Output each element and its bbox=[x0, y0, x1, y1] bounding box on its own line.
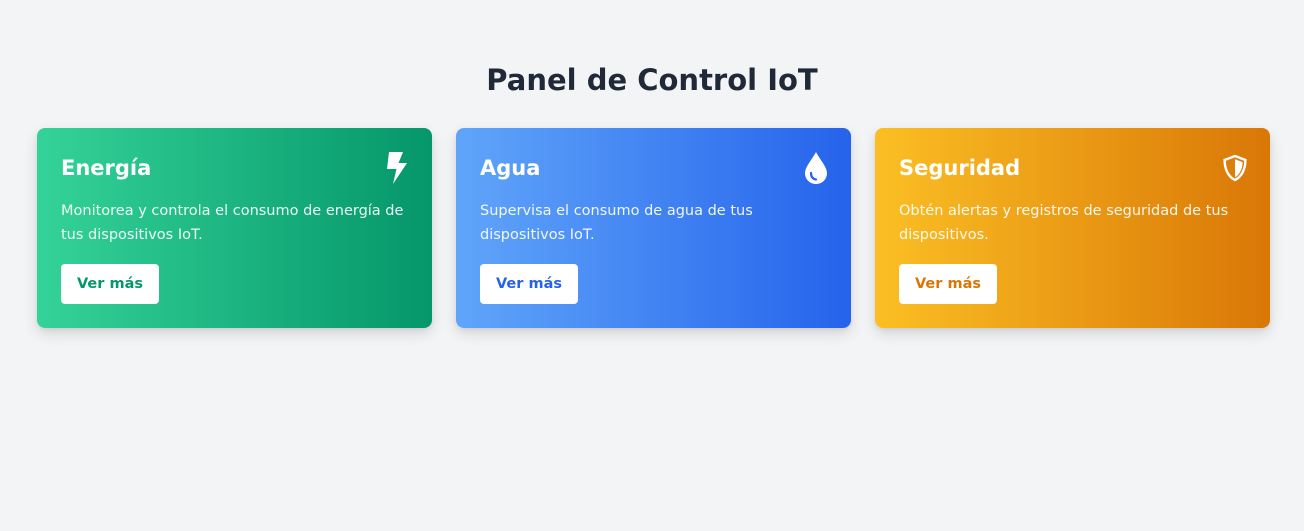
water-drop-icon bbox=[804, 151, 828, 185]
card-description: Supervisa el consumo de agua de tus disp… bbox=[480, 203, 753, 243]
page-title: Panel de Control IoT bbox=[486, 63, 818, 97]
bolt-icon bbox=[385, 151, 409, 185]
card-title: Energía bbox=[61, 156, 152, 180]
energy-see-more-button[interactable]: Ver más bbox=[61, 264, 159, 304]
card-description: Monitorea y controla el consumo de energ… bbox=[61, 203, 404, 243]
security-see-more-button[interactable]: Ver más bbox=[899, 264, 997, 304]
card-title: Agua bbox=[480, 156, 541, 180]
card-grid: Energía Monitorea y controla el consumo … bbox=[37, 128, 1270, 328]
water-see-more-button[interactable]: Ver más bbox=[480, 264, 578, 304]
energy-card: Energía Monitorea y controla el consumo … bbox=[37, 128, 432, 328]
card-description: Obtén alertas y registros de seguridad d… bbox=[899, 203, 1229, 243]
card-title: Seguridad bbox=[899, 156, 1021, 180]
water-card: Agua Supervisa el consumo de agua de tus… bbox=[456, 128, 851, 328]
shield-icon bbox=[1223, 151, 1247, 185]
dashboard-page: Panel de Control IoT Energía Monitorea y… bbox=[0, 0, 1304, 531]
security-card: Seguridad Obtén alertas y registros de s… bbox=[875, 128, 1270, 328]
